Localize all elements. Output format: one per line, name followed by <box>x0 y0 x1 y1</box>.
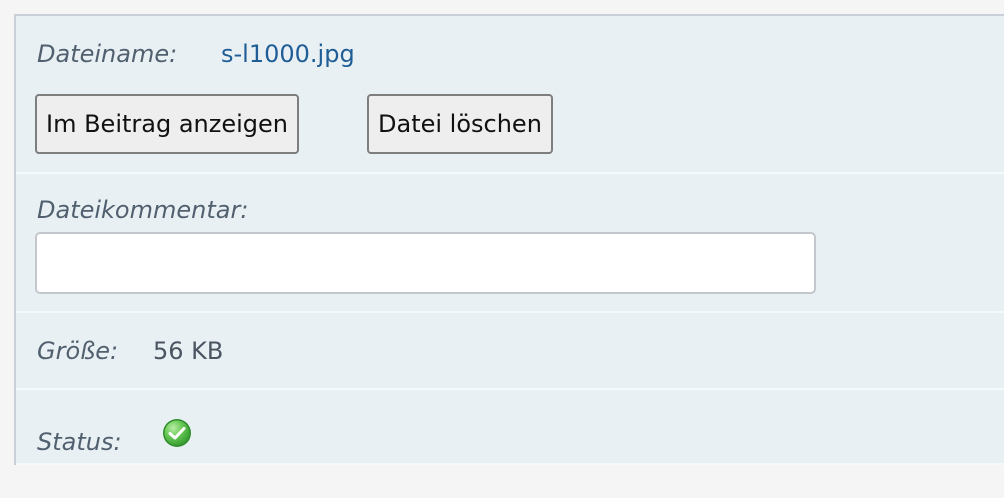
file-name-label: Dateiname: <box>37 40 178 68</box>
attachment-panel: Dateiname: s-l1000.jpg Im Beitrag anzeig… <box>14 14 1004 465</box>
size-label: Größe: <box>37 337 119 365</box>
status-label: Status: <box>37 428 122 456</box>
file-comment-label: Dateikommentar: <box>37 196 249 224</box>
file-name: s-l1000.jpg <box>221 40 355 68</box>
file-comment-input[interactable] <box>35 232 816 294</box>
size-value: 56 KB <box>153 337 224 365</box>
file-row: Dateiname: s-l1000.jpg Im Beitrag anzeig… <box>16 16 1004 174</box>
delete-file-button[interactable]: Datei löschen <box>367 94 553 154</box>
show-in-post-button[interactable]: Im Beitrag anzeigen <box>35 94 299 154</box>
green-check-icon <box>163 419 191 447</box>
size-row: Größe: 56 KB <box>16 313 1004 390</box>
